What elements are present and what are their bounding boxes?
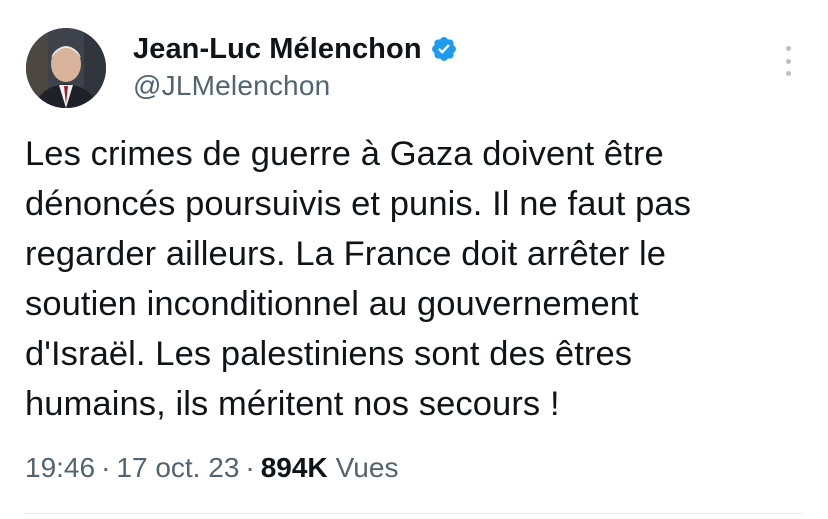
views-count[interactable]: 894K [261,452,328,484]
tweet-text-line: humains, ils méritent nos secours ! [25,385,560,423]
tweet-time[interactable]: 19:46 [25,452,95,484]
tweet-date[interactable]: 17 oct. 23 [116,452,239,484]
tweet-meta: 19:46 · 17 oct. 23 · 894K Vues [25,452,398,484]
profile-photo [26,28,106,108]
tweet-text-line: d'Israël. Les palestiniens sont des être… [25,335,633,373]
more-vertical-icon-dot [785,71,791,76]
more-vertical-icon-dot [785,58,791,64]
tweet-text-line: regarder ailleurs. La France doit arrête… [25,235,667,273]
tweet-card[interactable]: Jean-Luc Mélenchon @JLMelenchon Les crim… [0,0,828,519]
avatar[interactable] [26,28,106,108]
more-options-button[interactable] [780,46,796,76]
name-row: Jean-Luc Mélenchon [133,32,458,66]
tweet-text-line: Les crimes de guerre à Gaza doivent être [25,135,664,173]
more-vertical-icon [785,46,791,51]
display-name[interactable]: Jean-Luc Mélenchon [133,33,422,66]
tweet-text-line: dénoncés poursuivis et punis. Il ne faut… [25,185,692,223]
tweet-text-line: soutien inconditionnel au gouvernement [25,285,639,323]
tweet-text: Les crimes de guerre à Gaza doivent être… [25,129,805,429]
author-block[interactable]: Jean-Luc Mélenchon @JLMelenchon [133,32,458,102]
meta-separator: · [245,452,255,483]
meta-separator: · [101,452,111,483]
views-label: Vues [335,452,399,483]
divider [25,513,803,514]
user-handle[interactable]: @JLMelenchon [133,70,458,102]
verified-badge-icon [430,35,458,63]
